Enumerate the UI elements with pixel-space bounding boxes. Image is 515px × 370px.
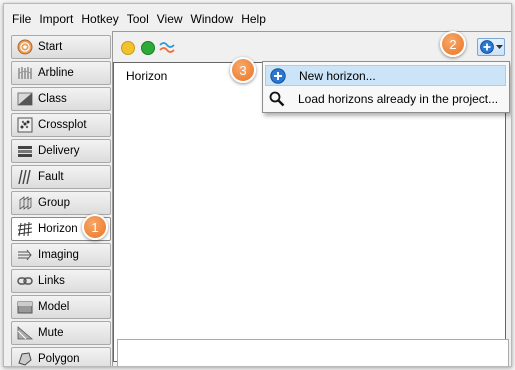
- crossplot-icon: [17, 117, 33, 133]
- callout-badge-2: 2: [440, 31, 466, 57]
- menu-window[interactable]: Window: [187, 9, 238, 29]
- app-window: File Import Hotkey Tool View Window Help…: [3, 3, 512, 367]
- horizon-icon: [17, 221, 33, 237]
- menu-import[interactable]: Import: [35, 9, 77, 29]
- plus-circle-icon: [480, 40, 494, 54]
- sidebar-item-imaging[interactable]: Imaging: [11, 243, 111, 267]
- sidebar-item-label: Crossplot: [38, 119, 87, 131]
- sidebar-item-label: Start: [38, 41, 63, 53]
- sidebar-item-start[interactable]: Start: [11, 35, 111, 59]
- sidebar-item-label: Delivery: [38, 145, 80, 157]
- sidebar-item-crossplot[interactable]: Crossplot: [11, 113, 111, 137]
- sidebar-item-label: Fault: [38, 171, 64, 183]
- chevron-down-icon: [496, 45, 503, 49]
- details-pane: [117, 339, 509, 366]
- start-icon: [17, 39, 33, 55]
- menu-item-new-horizon[interactable]: New horizon...: [265, 65, 506, 86]
- magnifier-icon: [269, 91, 285, 106]
- add-horizon-button[interactable]: [477, 38, 505, 56]
- sidebar-item-arbline[interactable]: Arbline: [11, 61, 111, 85]
- sidebar-item-links[interactable]: Links: [11, 269, 111, 293]
- sidebar-item-label: Horizon: [38, 223, 78, 235]
- sidebar-item-label: Group: [38, 197, 70, 209]
- sidebar-item-label: Polygon: [38, 353, 80, 365]
- plus-circle-icon: [270, 67, 286, 84]
- sidebar-item-class[interactable]: Class: [11, 87, 111, 111]
- menu-help[interactable]: Help: [237, 9, 270, 29]
- sidebar-item-polygon[interactable]: Polygon: [11, 347, 111, 366]
- sidebar-item-fault[interactable]: Fault: [11, 165, 111, 189]
- imaging-icon: [18, 249, 32, 261]
- model-icon: [17, 301, 33, 314]
- menu-tool[interactable]: Tool: [123, 9, 153, 29]
- module-sidebar: Start Arbline Class Crossplot Delivery F…: [11, 35, 113, 366]
- list-column-header: Horizon: [126, 69, 168, 83]
- callout-badge-1: 1: [82, 214, 108, 240]
- menu-item-label: Load horizons already in the project...: [298, 91, 499, 106]
- menu-hotkey[interactable]: Hotkey: [77, 9, 122, 29]
- delivery-icon: [18, 146, 32, 157]
- sidebar-item-delivery[interactable]: Delivery: [11, 139, 111, 163]
- menu-view[interactable]: View: [153, 9, 187, 29]
- wave-icon[interactable]: [159, 40, 175, 54]
- sidebar-item-label: Arbline: [38, 67, 74, 79]
- menu-item-label: New horizon...: [299, 68, 376, 83]
- sidebar-item-model[interactable]: Model: [11, 295, 111, 319]
- sidebar-item-label: Links: [38, 275, 65, 287]
- menu-bar: File Import Hotkey Tool View Window Help: [4, 9, 270, 29]
- links-icon: [17, 277, 33, 285]
- arbline-icon: [17, 67, 33, 79]
- fault-icon: [18, 169, 31, 185]
- add-horizon-menu: New horizon... Load horizons already in …: [262, 61, 510, 113]
- sidebar-item-label: Mute: [38, 327, 64, 339]
- sidebar-item-mute[interactable]: Mute: [11, 321, 111, 345]
- group-icon: [19, 196, 32, 210]
- mute-icon: [17, 326, 33, 340]
- menu-item-load-horizons[interactable]: Load horizons already in the project...: [265, 88, 506, 109]
- sidebar-item-label: Imaging: [38, 249, 79, 261]
- polygon-icon: [18, 352, 32, 366]
- sidebar-item-label: Model: [38, 301, 70, 313]
- class-icon: [17, 92, 33, 106]
- maximize-dot-icon[interactable]: [141, 41, 155, 55]
- callout-badge-3: 3: [230, 57, 256, 83]
- sidebar-item-label: Class: [38, 93, 67, 105]
- minimize-dot-icon[interactable]: [121, 41, 135, 55]
- sidebar-item-group[interactable]: Group: [11, 191, 111, 215]
- menu-file[interactable]: File: [4, 9, 35, 29]
